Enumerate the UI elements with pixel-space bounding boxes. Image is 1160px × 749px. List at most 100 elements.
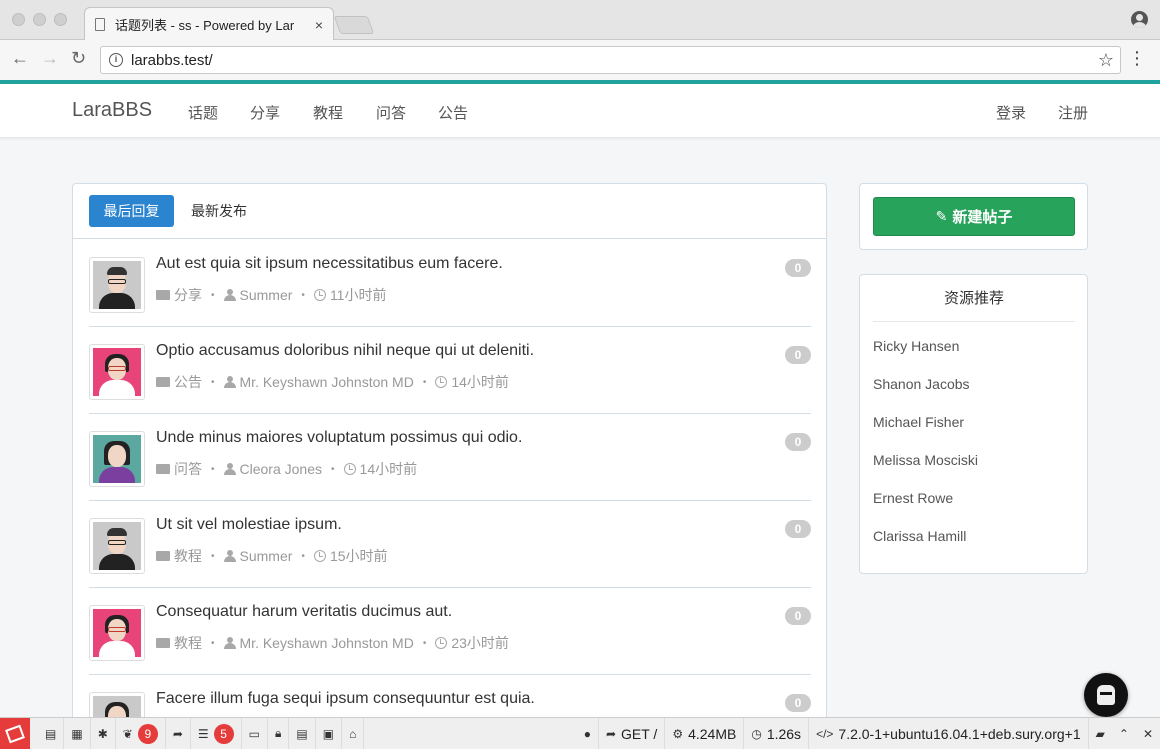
browser-toolbar: ← → ↻ i larabbs.test/ ☆ ⋮ xyxy=(0,40,1160,80)
topic-title[interactable]: Ut sit vel molestiae ipsum. xyxy=(156,516,342,534)
topic-meta: 教程 • Mr. Keyshawn Johnston MD • 23小时前 xyxy=(156,633,509,653)
reply-count-badge[interactable]: 0 xyxy=(785,694,811,712)
new-post-card: ✎ 新建帖子 xyxy=(859,183,1088,250)
reload-button[interactable]: ↻ xyxy=(71,48,86,69)
avatar[interactable] xyxy=(89,257,145,313)
new-post-button[interactable]: ✎ 新建帖子 xyxy=(873,197,1075,236)
exceptions-tab[interactable]: ✱ xyxy=(91,718,116,749)
topic-title[interactable]: Facere illum fuga sequi ipsum consequunt… xyxy=(156,690,535,708)
reply-count-badge[interactable]: 0 xyxy=(785,346,811,364)
close-debugbar-button[interactable]: ✕ xyxy=(1136,718,1160,749)
topic-category[interactable]: 分享 xyxy=(174,285,202,305)
filter-newest[interactable]: 最新发布 xyxy=(191,195,247,227)
debugbar-logo[interactable] xyxy=(0,718,30,749)
views-count-badge: 9 xyxy=(137,723,158,744)
topic-author[interactable]: Summer xyxy=(240,548,293,564)
topic-row[interactable]: Ut sit vel molestiae ipsum. 教程 • Summer … xyxy=(89,501,811,588)
tags-tab[interactable]: ⌂ xyxy=(342,718,365,749)
topic-category[interactable]: 问答 xyxy=(174,459,202,479)
resource-link[interactable]: Shanon Jacobs xyxy=(873,376,970,392)
avatar[interactable] xyxy=(89,431,145,487)
reply-count-badge[interactable]: 0 xyxy=(785,259,811,277)
queries-tab[interactable]: ☰ 5 xyxy=(191,718,242,749)
new-tab-button[interactable] xyxy=(333,16,375,34)
folder-icon xyxy=(156,290,170,300)
topic-category[interactable]: 教程 xyxy=(174,546,202,566)
resources-card: 资源推荐 Ricky Hansen Shanon Jacobs Michael … xyxy=(859,274,1088,574)
open-folder-button[interactable]: ▰ xyxy=(1089,718,1112,749)
profile-icon[interactable] xyxy=(1131,11,1148,28)
topic-title[interactable]: Optio accusamus doloribus nihil neque qu… xyxy=(156,342,534,360)
resource-link[interactable]: Clarissa Hamill xyxy=(873,528,966,544)
resource-link[interactable]: Michael Fisher xyxy=(873,414,964,430)
code-icon: </> xyxy=(816,726,834,741)
maximize-button[interactable]: ⌃ xyxy=(1112,718,1136,749)
avatar[interactable] xyxy=(89,518,145,574)
resources-title: 资源推荐 xyxy=(873,275,1075,322)
mails-tab[interactable]: ▭ xyxy=(242,718,268,749)
topic-category[interactable]: 公告 xyxy=(174,372,202,392)
timeline-tab[interactable]: ▦ xyxy=(64,718,91,749)
nav-link-topics[interactable]: 话题 xyxy=(188,102,218,123)
avatar[interactable] xyxy=(89,344,145,400)
reply-count-badge[interactable]: 0 xyxy=(785,607,811,625)
nav-link-qa[interactable]: 问答 xyxy=(376,102,406,123)
folder-open-icon: ▰ xyxy=(1095,726,1105,741)
clock-icon: ◷ xyxy=(751,726,762,741)
minimize-window-button[interactable] xyxy=(33,13,46,26)
avatar[interactable] xyxy=(89,605,145,661)
site-brand[interactable]: LaraBBS xyxy=(72,99,152,122)
resource-link[interactable]: Ernest Rowe xyxy=(873,490,953,506)
reply-count-badge[interactable]: 0 xyxy=(785,520,811,538)
register-link[interactable]: 注册 xyxy=(1058,102,1088,123)
url-text[interactable]: larabbs.test/ xyxy=(131,52,1098,69)
nav-link-tutorial[interactable]: 教程 xyxy=(313,102,343,123)
tags-icon: ⌂ xyxy=(349,726,357,741)
topic-row[interactable]: Unde minus maiores voluptatum possimus q… xyxy=(89,414,811,501)
user-indicator[interactable]: ● xyxy=(577,718,599,749)
info-icon[interactable]: i xyxy=(109,53,123,67)
route-indicator[interactable]: ➦ GET / xyxy=(599,718,666,749)
topic-author[interactable]: Mr. Keyshawn Johnston MD xyxy=(240,374,414,390)
queries-count-badge: 5 xyxy=(213,723,234,744)
resource-link[interactable]: Ricky Hansen xyxy=(873,338,959,354)
topic-title[interactable]: Unde minus maiores voluptatum possimus q… xyxy=(156,429,522,447)
browser-menu-icon[interactable]: ⋮ xyxy=(1128,49,1146,67)
views-tab[interactable]: ❦ 9 xyxy=(116,718,166,749)
filter-last-reply[interactable]: 最后回复 xyxy=(89,195,174,227)
browser-tab[interactable]: 话题列表 - ss - Powered by Lar × xyxy=(84,7,334,41)
zoom-window-button[interactable] xyxy=(54,13,67,26)
user-icon xyxy=(223,463,236,475)
resource-link[interactable]: Melissa Mosciski xyxy=(873,452,978,468)
debug-agent-button[interactable] xyxy=(1084,673,1128,717)
topic-author[interactable]: Summer xyxy=(240,287,293,303)
topic-author[interactable]: Cleora Jones xyxy=(240,461,323,477)
close-window-button[interactable] xyxy=(12,13,25,26)
forward-button[interactable]: → xyxy=(41,48,59,69)
tab-close-button[interactable]: × xyxy=(315,17,323,33)
request-method: GET / xyxy=(621,725,658,742)
nav-link-share[interactable]: 分享 xyxy=(250,102,280,123)
topic-row[interactable]: Consequatur harum veritatis ducimus aut.… xyxy=(89,588,811,675)
nav-link-announcement[interactable]: 公告 xyxy=(438,102,468,123)
login-link[interactable]: 登录 xyxy=(996,102,1026,123)
topic-row[interactable]: Aut est quia sit ipsum necessitatibus eu… xyxy=(89,240,811,327)
session-tab[interactable]: ▤ xyxy=(289,718,316,749)
list-icon: ▤ xyxy=(45,726,57,741)
topic-title[interactable]: Consequatur harum veritatis ducimus aut. xyxy=(156,603,452,621)
lock-icon: 🔒︎ xyxy=(274,726,282,740)
time-indicator[interactable]: ◷ 1.26s xyxy=(744,718,810,749)
topic-category[interactable]: 教程 xyxy=(174,633,202,653)
address-bar[interactable]: i larabbs.test/ ☆ xyxy=(100,46,1121,74)
reply-count-badge[interactable]: 0 xyxy=(785,433,811,451)
route-tab[interactable]: ➦ xyxy=(166,718,191,749)
bookmark-star-icon[interactable]: ☆ xyxy=(1098,50,1114,71)
back-button[interactable]: ← xyxy=(11,48,29,69)
topic-author[interactable]: Mr. Keyshawn Johnston MD xyxy=(240,635,414,651)
topic-title[interactable]: Aut est quia sit ipsum necessitatibus eu… xyxy=(156,255,503,273)
user-icon: ● xyxy=(583,726,591,741)
request-tab[interactable]: ▣ xyxy=(316,718,343,749)
auth-tab[interactable]: 🔒︎ xyxy=(268,718,290,749)
messages-tab[interactable]: ▤ xyxy=(38,718,65,749)
topic-row[interactable]: Optio accusamus doloribus nihil neque qu… xyxy=(89,327,811,414)
